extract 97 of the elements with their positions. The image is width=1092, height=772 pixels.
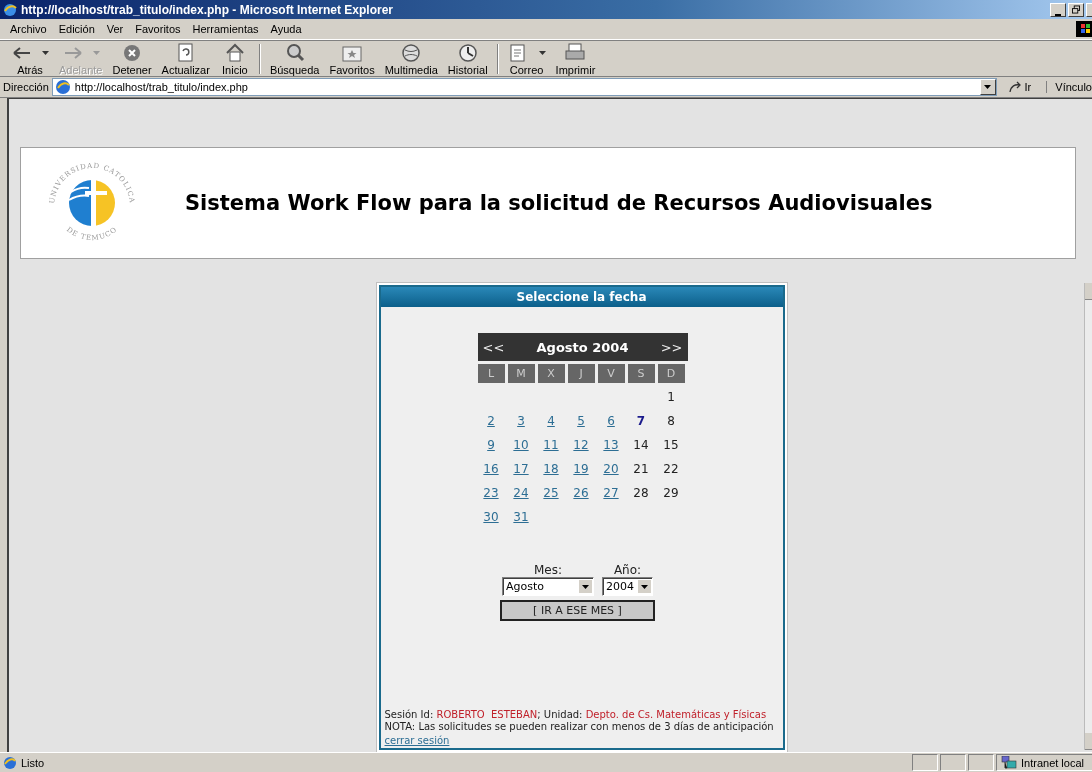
day-link[interactable]: 18 bbox=[543, 461, 559, 476]
dropdown-caret-icon bbox=[984, 85, 992, 89]
history-button[interactable]: Historial bbox=[442, 41, 493, 76]
browser-icon bbox=[3, 2, 17, 17]
day-number: 29 bbox=[663, 485, 679, 500]
day-link[interactable]: 9 bbox=[487, 437, 495, 452]
go-to-month-button[interactable]: [ IR A ESE MES ] bbox=[500, 600, 655, 621]
day-link[interactable]: 5 bbox=[577, 413, 585, 428]
weekday-header: X bbox=[537, 364, 565, 383]
address-label: Dirección bbox=[3, 81, 49, 93]
globe-icon bbox=[400, 41, 423, 64]
month-title: Agosto 2004 bbox=[536, 339, 629, 355]
today-date: 7 bbox=[636, 413, 646, 428]
day-link[interactable]: 31 bbox=[513, 509, 529, 524]
day-link[interactable]: 10 bbox=[513, 437, 529, 452]
window-title: http://localhost/trab_titulo/index.php - Microsoft Internet Explorer bbox=[21, 2, 394, 17]
previous-month-link[interactable]: << bbox=[482, 339, 505, 355]
minimize-icon bbox=[1055, 13, 1061, 16]
print-button[interactable]: Imprimir bbox=[550, 41, 601, 76]
menu-item[interactable]: Favoritos bbox=[129, 23, 187, 35]
day-link[interactable]: 19 bbox=[573, 461, 589, 476]
panel-title: Seleccione la fecha bbox=[380, 287, 783, 307]
menu-item[interactable]: Archivo bbox=[4, 23, 53, 35]
day-number: 22 bbox=[663, 461, 679, 476]
year-select[interactable]: 2004 bbox=[602, 577, 653, 596]
dropdown-button[interactable] bbox=[979, 79, 996, 95]
windows-logo-icon bbox=[1076, 21, 1092, 37]
back-button[interactable]: Atrás bbox=[6, 41, 54, 76]
day-link[interactable]: 30 bbox=[483, 509, 499, 524]
network-computers-icon bbox=[1001, 755, 1017, 770]
address-field[interactable]: http://localhost/trab_titulo/index.php bbox=[51, 78, 997, 96]
day-number: 15 bbox=[663, 437, 679, 452]
day-number: 14 bbox=[633, 437, 649, 452]
status-pane bbox=[968, 754, 994, 771]
minimize-button[interactable] bbox=[1050, 2, 1066, 17]
day-link[interactable]: 11 bbox=[543, 437, 559, 452]
logout-link[interactable]: cerrar sesión bbox=[384, 735, 450, 746]
day-link[interactable]: 20 bbox=[603, 461, 619, 476]
clock-icon bbox=[456, 41, 479, 64]
day-number: 1 bbox=[667, 389, 675, 404]
day-link[interactable]: 13 bbox=[603, 437, 619, 452]
scrollbar[interactable] bbox=[1084, 283, 1092, 750]
weekday-header: J bbox=[567, 364, 595, 383]
go-arrow-icon bbox=[1007, 80, 1022, 94]
day-number: 28 bbox=[633, 485, 649, 500]
weekday-header: M bbox=[507, 364, 535, 383]
day-link[interactable]: 2 bbox=[487, 413, 495, 428]
status-pane bbox=[940, 754, 966, 771]
page-icon bbox=[3, 755, 17, 770]
favorites-button[interactable]: Favoritos bbox=[324, 41, 380, 76]
page-icon bbox=[54, 79, 71, 95]
day-link[interactable]: 16 bbox=[483, 461, 499, 476]
weekday-header: D bbox=[657, 364, 685, 383]
weekday-header: S bbox=[627, 364, 655, 383]
day-number: 21 bbox=[633, 461, 649, 476]
day-link[interactable]: 25 bbox=[543, 485, 559, 500]
links-button[interactable]: Vínculo bbox=[1046, 81, 1092, 93]
menu-item[interactable]: Ayuda bbox=[264, 23, 308, 35]
zone-text: Intranet local bbox=[1021, 756, 1084, 769]
go-button[interactable]: Ir bbox=[999, 80, 1044, 94]
day-link[interactable]: 17 bbox=[513, 461, 529, 476]
status-pane bbox=[912, 754, 938, 771]
restore-icon bbox=[1072, 5, 1080, 14]
weekday-header: V bbox=[597, 364, 625, 383]
status-text: Listo bbox=[21, 756, 45, 769]
dropdown-caret-icon bbox=[92, 50, 100, 55]
refresh-button[interactable]: Actualizar bbox=[156, 41, 215, 76]
search-button[interactable]: Búsqueda bbox=[264, 41, 325, 76]
dropdown-caret-icon bbox=[638, 580, 651, 593]
month-label: Mes: bbox=[534, 563, 562, 577]
year-label: Año: bbox=[613, 563, 642, 577]
day-link[interactable]: 26 bbox=[573, 485, 589, 500]
menu-item[interactable]: Herramientas bbox=[186, 23, 265, 35]
dropdown-caret-icon bbox=[42, 50, 49, 55]
menu-item[interactable]: Ver bbox=[100, 23, 130, 35]
weekday-header: L bbox=[477, 364, 505, 383]
media-button[interactable]: Multimedia bbox=[379, 41, 443, 76]
day-link[interactable]: 3 bbox=[517, 413, 525, 428]
menu-item[interactable]: Edición bbox=[52, 23, 101, 35]
day-link[interactable]: 12 bbox=[573, 437, 589, 452]
page-heading: Sistema Work Flow para la solicitud de Recursos Audiovisuales bbox=[185, 191, 933, 215]
session-info: Sesión Id: ROBERTO ESTEBAN; Unidad: Depto. de Cs. Matemáticas y Físicas bbox=[384, 709, 768, 721]
dropdown-caret-icon bbox=[579, 580, 592, 593]
day-link[interactable]: 6 bbox=[607, 413, 615, 428]
stop-button[interactable]: Detener bbox=[107, 41, 157, 76]
maximize-button[interactable] bbox=[1068, 2, 1084, 17]
day-link[interactable]: 4 bbox=[547, 413, 555, 428]
day-link[interactable]: 23 bbox=[483, 485, 499, 500]
next-month-link[interactable]: >> bbox=[660, 339, 683, 355]
note-text: NOTA: Las solicitudes se pueden realizar con menos de 3 días de anticipación bbox=[384, 721, 775, 733]
dropdown-caret-icon bbox=[538, 50, 546, 55]
day-number: 8 bbox=[667, 413, 675, 428]
home-button[interactable]: Inicio bbox=[214, 41, 255, 76]
month-select[interactable]: Agosto bbox=[502, 577, 594, 596]
day-link[interactable]: 27 bbox=[603, 485, 619, 500]
mail-button[interactable]: Correo bbox=[502, 41, 551, 76]
day-link[interactable]: 24 bbox=[513, 485, 529, 500]
